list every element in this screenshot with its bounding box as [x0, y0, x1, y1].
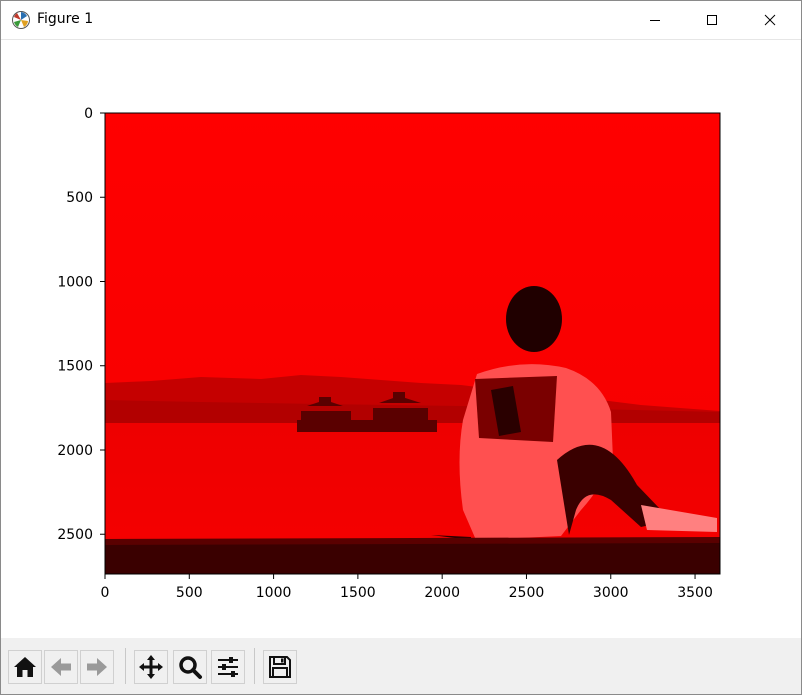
x-tick-label: 1000	[256, 585, 292, 601]
forward-button[interactable]	[80, 650, 114, 684]
y-axis: 0 500 1000 1500 2000 2500	[57, 106, 105, 543]
sliders-icon	[218, 657, 238, 677]
home-button[interactable]	[8, 650, 42, 684]
image-plot[interactable]: 0 500 1000 1500 2000 2500 3000 3500 0 500 1000 150…	[1, 40, 801, 638]
close-button[interactable]	[747, 1, 793, 39]
magnifier-icon	[179, 656, 202, 679]
arrow-right-icon	[87, 658, 107, 676]
y-tick-label: 1500	[57, 359, 93, 375]
displayed-photo	[105, 113, 720, 574]
minimize-icon	[650, 20, 660, 21]
x-tick-label: 500	[176, 585, 203, 601]
y-tick-label: 2000	[57, 443, 93, 459]
maximize-icon	[707, 15, 717, 25]
configure-subplots-button[interactable]	[211, 650, 245, 684]
y-tick-label: 0	[84, 106, 93, 122]
x-tick-label: 1500	[340, 585, 376, 601]
figure-canvas[interactable]: 0 500 1000 1500 2000 2500 3000 3500 0 500 1000 150…	[1, 40, 801, 638]
move-icon	[139, 655, 163, 679]
x-axis: 0 500 1000 1500 2000 2500 3000 3500	[101, 574, 713, 601]
maximize-button[interactable]	[689, 1, 735, 39]
pan-button[interactable]	[134, 650, 168, 684]
x-tick-label: 3500	[677, 585, 713, 601]
save-button[interactable]	[263, 650, 297, 684]
back-button[interactable]	[44, 650, 78, 684]
minimize-button[interactable]	[632, 1, 678, 39]
matplotlib-icon	[12, 11, 30, 29]
arrow-left-icon	[51, 658, 71, 676]
window-title: Figure 1	[37, 11, 94, 27]
figure-window: Figure 1 0 500 1000 1500 2000 2500 3000 …	[0, 0, 802, 695]
x-tick-label: 2500	[509, 585, 545, 601]
navigation-toolbar	[1, 638, 801, 694]
y-tick-label: 500	[66, 190, 93, 206]
toolbar-separator	[254, 648, 255, 684]
x-tick-label: 3000	[593, 585, 629, 601]
title-bar[interactable]: Figure 1	[1, 1, 801, 40]
close-icon	[764, 14, 776, 26]
y-tick-label: 2500	[57, 527, 93, 543]
home-icon	[14, 657, 36, 677]
floppy-disk-icon	[269, 656, 291, 678]
x-tick-label: 2000	[424, 585, 460, 601]
zoom-button[interactable]	[173, 650, 207, 684]
y-tick-label: 1000	[57, 274, 93, 290]
toolbar-separator	[125, 648, 126, 684]
x-tick-label: 0	[101, 585, 110, 601]
